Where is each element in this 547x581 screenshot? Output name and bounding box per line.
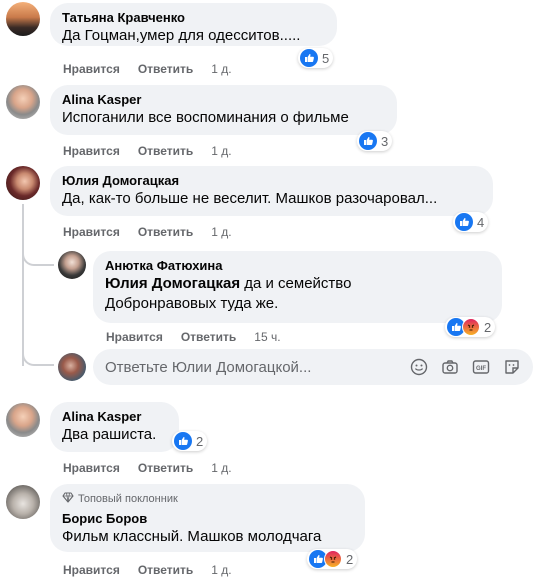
like-button[interactable]: Нравится — [63, 562, 120, 578]
top-fan-badge[interactable]: Топовый поклонник — [62, 491, 353, 507]
avatar[interactable] — [6, 403, 40, 437]
reaction-count-value: 2 — [196, 433, 204, 449]
reaction-count[interactable]: 2 — [307, 549, 358, 569]
reply-text: да и семейство — [244, 275, 352, 292]
avatar[interactable] — [6, 85, 40, 119]
comment-text: Да, как-то больше не веселит. Машков раз… — [62, 190, 438, 207]
comment-actions: Нравится Ответить 1 д. — [63, 460, 232, 476]
gif-icon[interactable]: GIF — [472, 358, 490, 376]
reaction-count-value: 3 — [381, 133, 389, 149]
reaction-count-value: 2 — [484, 319, 492, 335]
like-icon — [455, 213, 473, 231]
comment-text: Испоганили все воспоминания о фильме — [62, 109, 349, 126]
comment-author[interactable]: Alina Kasper — [62, 409, 167, 425]
comment-author[interactable]: Юлия Домогацкая — [62, 173, 481, 189]
user-avatar[interactable] — [58, 353, 86, 381]
comment-bubble: Татьяна Кравченко Да Гоцман,умер для оде… — [50, 3, 337, 46]
comment-text: Два рашиста. — [62, 426, 157, 443]
avatar[interactable] — [6, 2, 40, 36]
comment-actions: Нравится Ответить 1 д. — [63, 224, 232, 240]
like-icon — [359, 132, 377, 150]
like-button[interactable]: Нравится — [63, 143, 120, 159]
camera-icon[interactable] — [441, 358, 459, 376]
reaction-count[interactable]: 2 — [445, 317, 496, 337]
mention-link[interactable]: Юлия Домогацкая — [105, 275, 240, 292]
diamond-icon — [62, 491, 74, 507]
reaction-count-value: 4 — [477, 214, 485, 230]
comment-actions: Нравится Ответить 1 д. — [63, 562, 232, 578]
comment-bubble: Alina Kasper Два рашиста. — [50, 402, 179, 452]
comment-text: Да Гоцман,умер для одесситов..... — [62, 27, 301, 44]
emoji-icon[interactable] — [410, 358, 428, 376]
comment-actions: Нравится Ответить 1 д. — [63, 61, 232, 77]
comment-text: Фильм классный. Машков молодчага — [62, 528, 322, 545]
reply-input[interactable]: Ответьте Юлии Домогацкой... GIF — [93, 349, 533, 385]
comment-author[interactable]: Alina Kasper — [62, 92, 385, 108]
reply-actions: Нравится Ответить 15 ч. — [106, 329, 281, 345]
reply-button[interactable]: Ответить — [138, 143, 193, 159]
avatar[interactable] — [6, 485, 40, 519]
timestamp[interactable]: 1 д. — [211, 224, 231, 240]
reaction-count-value: 5 — [322, 50, 330, 66]
reaction-count[interactable]: 3 — [357, 131, 393, 151]
timestamp[interactable]: 1 д. — [211, 562, 231, 578]
avatar[interactable] — [58, 251, 86, 279]
like-button[interactable]: Нравится — [63, 224, 120, 240]
thread-branch — [22, 342, 54, 366]
like-button[interactable]: Нравится — [63, 61, 120, 77]
reply-text-line-2: Добронравовых туда же. — [105, 295, 279, 312]
angry-icon — [462, 318, 480, 336]
reaction-count-value: 2 — [346, 551, 354, 567]
svg-text:GIF: GIF — [476, 366, 486, 372]
timestamp[interactable]: 1 д. — [211, 460, 231, 476]
reply-text-line-1: Юлия Домогацкая да и семейство — [105, 274, 490, 294]
reaction-count[interactable]: 4 — [453, 212, 489, 232]
comment-bubble: Юлия Домогацкая Да, как-то больше не вес… — [50, 166, 493, 216]
reply-bubble: Анютка Фатюхина Юлия Домогацкая да и сем… — [93, 251, 502, 323]
reply-input-placeholder[interactable]: Ответьте Юлии Домогацкой... — [105, 359, 410, 376]
comment-bubble: Alina Kasper Испоганили все воспоминания… — [50, 85, 397, 135]
like-button[interactable]: Нравится — [63, 460, 120, 476]
like-button[interactable]: Нравится — [106, 329, 163, 345]
reply-button[interactable]: Ответить — [138, 224, 193, 240]
timestamp[interactable]: 1 д. — [211, 143, 231, 159]
comment-author[interactable]: Татьяна Кравченко — [62, 10, 325, 26]
comment-author[interactable]: Борис Боров — [62, 511, 353, 527]
comment-actions: Нравится Ответить 1 д. — [63, 143, 232, 159]
angry-icon — [324, 550, 342, 568]
reply-button[interactable]: Ответить — [138, 460, 193, 476]
reply-button[interactable]: Ответить — [181, 329, 236, 345]
reply-author[interactable]: Анютка Фатюхина — [105, 258, 490, 274]
like-icon — [300, 49, 318, 67]
badge-label: Топовый поклонник — [78, 493, 178, 505]
reaction-count[interactable]: 5 — [298, 48, 334, 68]
reply-button[interactable]: Ответить — [138, 61, 193, 77]
like-icon — [174, 432, 192, 450]
avatar[interactable] — [6, 166, 40, 200]
sticker-icon[interactable] — [503, 358, 521, 376]
reaction-count[interactable]: 2 — [172, 431, 208, 451]
timestamp[interactable]: 1 д. — [211, 61, 231, 77]
reply-button[interactable]: Ответить — [138, 562, 193, 578]
thread-branch — [22, 244, 54, 266]
timestamp[interactable]: 15 ч. — [254, 329, 280, 345]
input-icons: GIF — [410, 358, 521, 376]
comment-bubble: Топовый поклонник Борис Боров Фильм клас… — [50, 484, 365, 552]
